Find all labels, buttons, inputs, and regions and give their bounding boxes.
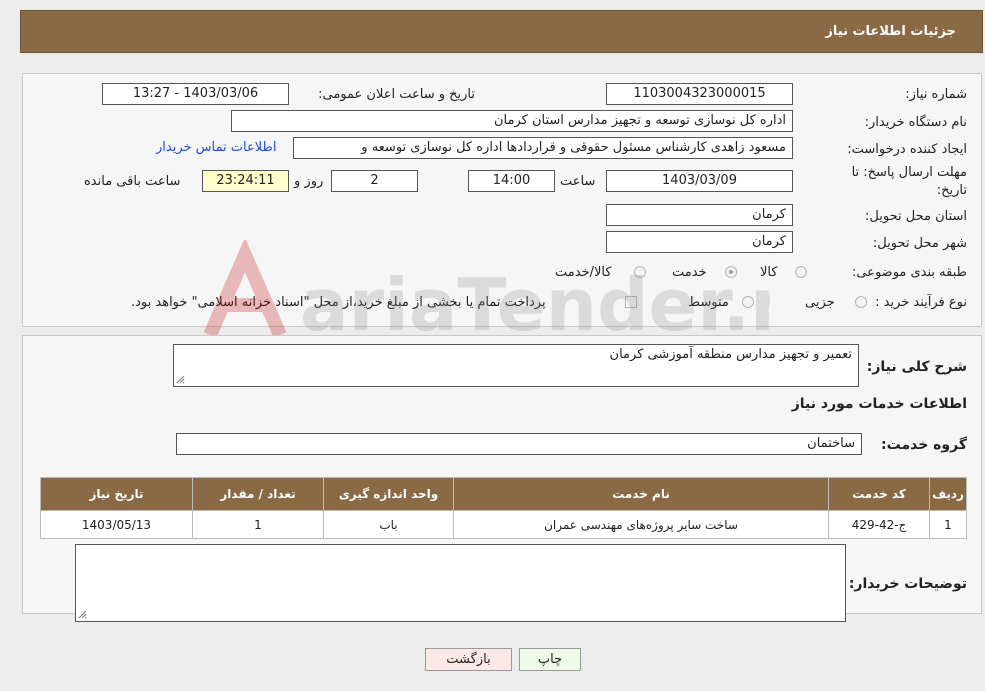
days-remaining-field[interactable]: 2: [331, 170, 418, 192]
deadline-time-label: ساعت: [560, 174, 596, 189]
deadline-label-cont: تاریخ:: [936, 183, 967, 198]
services-table: ردیف کد خدمت نام خدمت واحد اندازه گیری ت…: [40, 477, 967, 539]
summary-text: تعمیر و تجهیز مدارس منطقه آموزشی کرمان: [609, 347, 852, 362]
service-group-label: گروه خدمت:: [881, 437, 967, 453]
province-label: استان محل تحویل:: [865, 209, 967, 224]
buyer-org-label: نام دستگاه خریدار:: [864, 115, 967, 130]
category-label: طبقه بندی موضوعی:: [851, 265, 967, 280]
print-button[interactable]: چاپ: [519, 648, 581, 671]
buyer-org-field[interactable]: اداره کل نوسازی توسعه و تجهیز مدارس استا…: [231, 110, 793, 132]
announce-date-label: تاریخ و ساعت اعلان عمومی:: [318, 87, 475, 102]
cell-qty: 1: [192, 510, 324, 539]
col-unit-header: واحد اندازه گیری: [323, 477, 454, 511]
col-name-header: نام خدمت: [453, 477, 829, 511]
remaining-time-label: ساعت باقی مانده: [84, 174, 181, 189]
cell-code: ج-42-429: [828, 510, 930, 539]
col-date-header: تاریخ نیاز: [40, 477, 193, 511]
page-title: جزئیات اطلاعات نیاز: [825, 24, 956, 39]
remaining-time-field[interactable]: 23:24:11: [202, 170, 289, 192]
col-code-header: کد خدمت: [828, 477, 930, 511]
days-label: روز و: [294, 174, 324, 189]
announce-date-field[interactable]: 1403/03/06 - 13:27: [102, 83, 289, 105]
col-qty-header: تعداد / مقدار: [192, 477, 324, 511]
services-heading: اطلاعات خدمات مورد نیاز: [791, 396, 967, 412]
process-type-label: نوع فرآیند خرید :: [875, 295, 967, 310]
cell-unit: باب: [323, 510, 454, 539]
service-group-field[interactable]: ساختمان: [176, 433, 862, 455]
services-table-header: ردیف کد خدمت نام خدمت واحد اندازه گیری ت…: [40, 477, 967, 511]
need-number-label: شماره نیاز:: [905, 87, 967, 102]
resize-grip-icon[interactable]: [78, 610, 87, 619]
need-number-field[interactable]: 1103004323000015: [606, 83, 793, 105]
province-field[interactable]: کرمان: [606, 204, 793, 226]
summary-textarea[interactable]: تعمیر و تجهیز مدارس منطقه آموزشی کرمان: [173, 344, 859, 387]
back-button[interactable]: بازگشت: [425, 648, 512, 671]
cell-date: 1403/05/13: [40, 510, 193, 539]
creator-label: ایجاد کننده درخواست:: [847, 142, 967, 157]
summary-label: شرح کلی نیاز:: [866, 359, 967, 375]
col-row-header: ردیف: [929, 477, 967, 511]
table-row: 1 ج-42-429 ساخت سایر پروژه‌های مهندسی عم…: [40, 510, 967, 539]
deadline-label: مهلت ارسال پاسخ: تا: [851, 165, 967, 180]
ariatender-watermark-logo: ariaTender.neT: [203, 240, 770, 347]
cell-row: 1: [929, 510, 967, 539]
cell-name: ساخت سایر پروژه‌های مهندسی عمران: [453, 510, 829, 539]
process-minor-label: جزیی: [805, 295, 835, 310]
deadline-time-field[interactable]: 14:00: [468, 170, 555, 192]
page-header: جزئیات اطلاعات نیاز: [20, 10, 983, 53]
buyer-notes-label: توضیحات خریدار:: [848, 576, 967, 592]
buyer-notes-textarea[interactable]: [75, 544, 846, 622]
resize-grip-icon[interactable]: [176, 375, 185, 384]
deadline-date-field[interactable]: 1403/03/09: [606, 170, 793, 192]
creator-field[interactable]: مسعود زاهدی کارشناس مسئول حقوقی و قراردا…: [293, 137, 793, 159]
category-goods-radio[interactable]: [795, 266, 807, 278]
city-label: شهر محل تحویل:: [872, 236, 967, 251]
buyer-contact-link[interactable]: اطلاعات تماس خریدار: [156, 140, 276, 155]
process-minor-radio[interactable]: [855, 296, 867, 308]
